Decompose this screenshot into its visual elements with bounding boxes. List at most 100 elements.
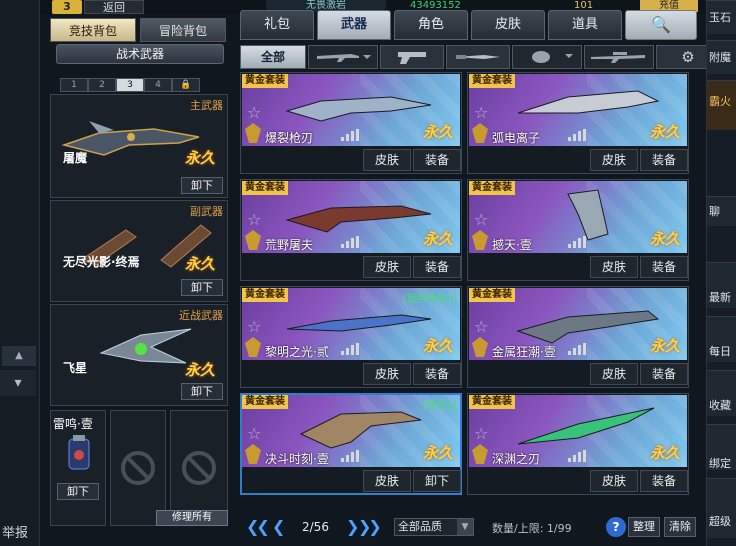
tab-characters[interactable]: 角色 [394, 10, 468, 40]
tab-weapons[interactable]: 武器 [317, 10, 391, 40]
equip-button[interactable]: 装备 [640, 149, 688, 171]
report-button[interactable]: 举报 [2, 522, 28, 541]
equip-button[interactable]: 装备 [640, 363, 688, 385]
skin-button[interactable]: 皮肤 [363, 149, 411, 171]
skin-button[interactable]: 皮肤 [363, 470, 411, 492]
side-tab[interactable]: 霸火 [707, 80, 736, 130]
favorite-star-icon[interactable]: ☆ [247, 210, 261, 229]
gold-set-tag: 黄金套装 [469, 74, 515, 88]
side-label-jade: 玉石 [709, 11, 731, 24]
skin-button[interactable]: 皮肤 [363, 256, 411, 278]
back-button[interactable]: 返回 [84, 0, 144, 14]
grenade-filter-icon[interactable] [512, 45, 582, 69]
skin-button[interactable]: 皮肤 [590, 363, 638, 385]
weapon-card[interactable]: 黄金套装 [背包2] ☆ 决斗时刻·壹 永久 皮肤 卸下 [240, 393, 462, 495]
empty-slot [170, 410, 228, 526]
melee-weapon-slot[interactable]: 近战武器 飞星 永久 卸下 [50, 304, 228, 406]
weapon-card[interactable]: 黄金套装 ☆ 撼天·壹 永久 皮肤 装备 [467, 179, 689, 281]
side-label-latest: 最新 [709, 291, 731, 304]
next-page-icon[interactable]: ❯ [346, 517, 360, 536]
tab-packages[interactable]: 礼包 [240, 10, 314, 40]
permanent-label: 永久 [422, 444, 453, 462]
pistol-filter-icon[interactable] [380, 45, 444, 69]
sniper-icon [591, 52, 645, 63]
weapon-card[interactable]: 黄金套装 [冒险背包1] ☆ 黎明之光·贰 永久 皮肤 装备 [240, 286, 462, 388]
help-icon[interactable]: ? [606, 517, 626, 537]
main-tabs: 礼包 武器 角色 皮肤 道具 🔍 [240, 10, 697, 40]
side-tab[interactable]: 最新 [707, 262, 736, 308]
tab-items[interactable]: 道具 [548, 10, 622, 40]
permanent-label: 永久 [649, 337, 680, 355]
category-title[interactable]: 战术武器 [56, 44, 224, 64]
first-page-icon[interactable]: ❮❮ [246, 517, 270, 536]
sniper-filter-icon[interactable] [584, 45, 654, 69]
quality-select[interactable]: 全部品质 ▼ [394, 518, 474, 536]
skin-button[interactable]: 皮肤 [590, 470, 638, 492]
skin-button[interactable]: 皮肤 [363, 363, 411, 385]
repair-all-button[interactable]: 修理所有 [156, 510, 228, 526]
unequip-secondary-button[interactable]: 卸下 [181, 279, 223, 296]
prev-page-icon[interactable]: ❮ [272, 517, 286, 536]
weapon-card[interactable]: 黄金套装 ☆ 弧电离子 永久 皮肤 装备 [467, 72, 689, 174]
rifle-filter-icon[interactable] [308, 45, 378, 69]
unequip-throwable-button[interactable]: 卸下 [57, 483, 99, 500]
equip-button[interactable]: 装备 [640, 470, 688, 492]
favorite-star-icon[interactable]: ☆ [247, 424, 261, 443]
weapon-name: 金属狂潮·壹 [492, 345, 556, 359]
favorite-star-icon[interactable]: ☆ [247, 103, 261, 122]
tab-adventure-bag[interactable]: 冒险背包 [140, 18, 226, 42]
tab-competitive-bag[interactable]: 竞技背包 [50, 18, 136, 42]
tab-skins[interactable]: 皮肤 [471, 10, 545, 40]
scroll-up-button[interactable]: ▲ [2, 346, 36, 366]
loadout-panel: 竞技背包 冒险背包 战术武器 1 2 3 4 🔒 主武器 屠魔 永久 卸下 副武… [48, 18, 232, 528]
side-tab[interactable]: 聊 [707, 196, 736, 226]
rifle-icon [317, 54, 371, 62]
gold-set-tag: 黄金套装 [469, 288, 515, 302]
weapon-image [567, 189, 609, 241]
side-dropdown[interactable]: ▾ [0, 370, 36, 396]
side-tab[interactable]: 超级 [707, 478, 736, 538]
equip-button[interactable]: 装备 [640, 256, 688, 278]
melee-weapon-name: 飞星 [63, 361, 88, 375]
primary-weapon-slot[interactable]: 主武器 屠魔 永久 卸下 [50, 94, 228, 198]
gold-set-tag: 黄金套装 [469, 181, 515, 195]
side-tab[interactable]: 收藏 [707, 370, 736, 416]
side-tab[interactable]: 附魔 [707, 40, 736, 74]
weapon-card[interactable]: 黄金套装 ☆ 荒野屠夫 永久 皮肤 装备 [240, 179, 462, 281]
equip-button[interactable]: 装备 [413, 256, 461, 278]
knife-filter-icon[interactable] [446, 45, 510, 69]
weapon-name: 弧电离子 [492, 131, 541, 145]
favorite-star-icon[interactable]: ☆ [474, 424, 488, 443]
favorite-star-icon[interactable]: ☆ [247, 317, 261, 336]
loadout-tab-4[interactable]: 4 [144, 78, 172, 92]
clear-button[interactable]: 清除 [664, 517, 696, 537]
weapon-card[interactable]: 黄金套装 ☆ 金属狂潮·壹 永久 皮肤 装备 [467, 286, 689, 388]
loadout-tab-3[interactable]: 3 [116, 78, 144, 92]
equip-button[interactable]: 装备 [413, 363, 461, 385]
signal-bars-icon [341, 343, 359, 355]
gold-set-tag: 黄金套装 [242, 181, 288, 195]
side-tab[interactable]: 玉石 [707, 0, 736, 34]
last-page-icon[interactable]: ❯❯ [358, 517, 382, 536]
bag-location-tag: [冒险背包1] [402, 294, 457, 305]
search-icon[interactable]: 🔍 [625, 10, 697, 40]
filter-all[interactable]: 全部 [240, 45, 306, 69]
side-tab[interactable]: 绑定 [707, 424, 736, 470]
secondary-weapon-slot[interactable]: 副武器 无尽光影·终焉 永久 卸下 [50, 200, 228, 302]
equip-button[interactable]: 卸下 [413, 470, 461, 492]
weapon-card[interactable]: 黄金套装 ☆ 深渊之刃 永久 皮肤 装备 [467, 393, 689, 495]
skin-button[interactable]: 皮肤 [590, 256, 638, 278]
equip-button[interactable]: 装备 [413, 149, 461, 171]
loadout-tab-2[interactable]: 2 [88, 78, 116, 92]
throwable-slot[interactable]: 雷鸣·壹 卸下 [50, 410, 106, 526]
side-tab[interactable]: 每日 [707, 316, 736, 362]
favorite-star-icon[interactable]: ☆ [474, 317, 488, 336]
unequip-melee-button[interactable]: 卸下 [181, 383, 223, 400]
sort-button[interactable]: 整理 [628, 517, 660, 537]
weapon-card[interactable]: 黄金套装 ☆ 爆裂枪刃 永久 皮肤 装备 [240, 72, 462, 174]
favorite-star-icon[interactable]: ☆ [474, 210, 488, 229]
favorite-star-icon[interactable]: ☆ [474, 103, 488, 122]
unequip-primary-button[interactable]: 卸下 [181, 177, 223, 194]
skin-button[interactable]: 皮肤 [590, 149, 638, 171]
loadout-tab-1[interactable]: 1 [60, 78, 88, 92]
